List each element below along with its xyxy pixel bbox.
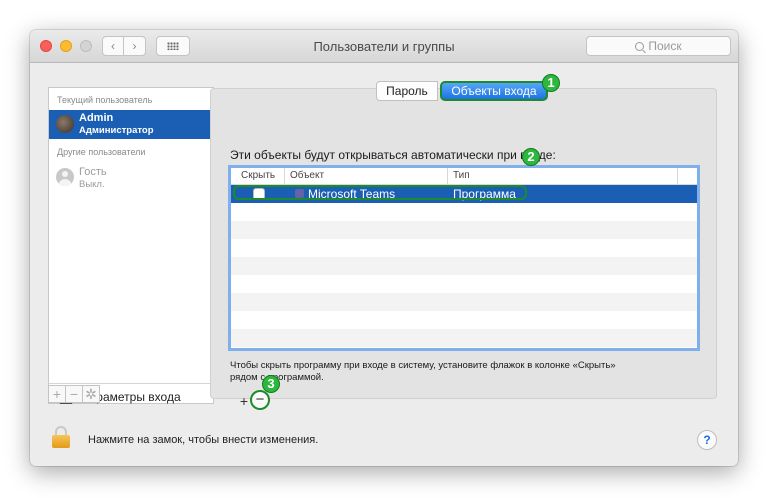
current-user-header: Текущий пользователь <box>57 95 153 105</box>
login-items-description: Эти объекты будут открываться автоматиче… <box>230 148 556 162</box>
sidebar-item-admin[interactable]: Admin Администратор <box>49 110 213 139</box>
column-item[interactable]: Объект <box>290 170 324 181</box>
avatar <box>56 115 74 133</box>
gear-button[interactable]: ✲ <box>82 385 100 403</box>
user-role: Администратор <box>79 125 154 136</box>
empty-row <box>231 203 697 221</box>
sidebar-item-guest[interactable]: Гость <box>79 166 107 178</box>
step-badge-3: 3 <box>262 375 280 393</box>
sidebar-toolbar: + − ✲ <box>48 385 114 403</box>
empty-row <box>231 311 697 329</box>
empty-row <box>231 275 697 293</box>
column-divider <box>284 168 285 184</box>
tab-login-items[interactable]: Объекты входа <box>440 81 548 101</box>
remove-user-button[interactable]: − <box>65 385 83 403</box>
lock-icon[interactable] <box>52 426 70 448</box>
lock-instruction: Нажмите на замок, чтобы внести изменения… <box>88 434 319 446</box>
empty-row <box>231 329 697 347</box>
empty-row <box>231 257 697 275</box>
other-users-header: Другие пользователи <box>57 147 146 157</box>
step-badge-1: 1 <box>542 74 560 92</box>
empty-row <box>231 239 697 257</box>
user-name: Admin <box>79 112 114 124</box>
login-items-table[interactable]: Скрыть Объект Тип Microsoft Teams Програ… <box>228 165 700 351</box>
lock-body <box>52 435 70 448</box>
step-badge-2: 2 <box>522 148 540 166</box>
column-type[interactable]: Тип <box>453 170 470 181</box>
table-header: Скрыть Объект Тип <box>231 168 697 185</box>
search-placeholder: Поиск <box>648 39 682 53</box>
remove-login-item-button[interactable]: − <box>250 390 270 410</box>
search-icon <box>635 42 645 51</box>
highlight-outline <box>233 185 527 200</box>
title-bar: ‹ › Пользователи и группы Поиск <box>30 30 738 63</box>
search-field[interactable]: Поиск <box>586 36 731 56</box>
add-user-button[interactable]: + <box>48 385 66 403</box>
guest-avatar-icon <box>56 168 74 186</box>
add-login-item-button[interactable]: + <box>237 393 251 409</box>
users-sidebar: Текущий пользователь Admin Администратор… <box>48 87 214 404</box>
column-hide[interactable]: Скрыть <box>241 170 275 181</box>
empty-row <box>231 293 697 311</box>
column-divider <box>447 168 448 184</box>
column-divider <box>677 168 678 184</box>
tab-password[interactable]: Пароль <box>376 81 438 101</box>
table-row[interactable]: Microsoft Teams Программа <box>231 185 697 203</box>
help-button[interactable]: ? <box>697 430 717 450</box>
hide-hint-text: Чтобы скрыть программу при входе в систе… <box>230 360 616 383</box>
divider <box>49 383 213 384</box>
gear-icon: ✲ <box>85 386 97 402</box>
guest-status: Выкл. <box>79 179 105 190</box>
empty-row <box>231 221 697 239</box>
users-groups-window: ‹ › Пользователи и группы Поиск Текущий … <box>30 30 738 466</box>
